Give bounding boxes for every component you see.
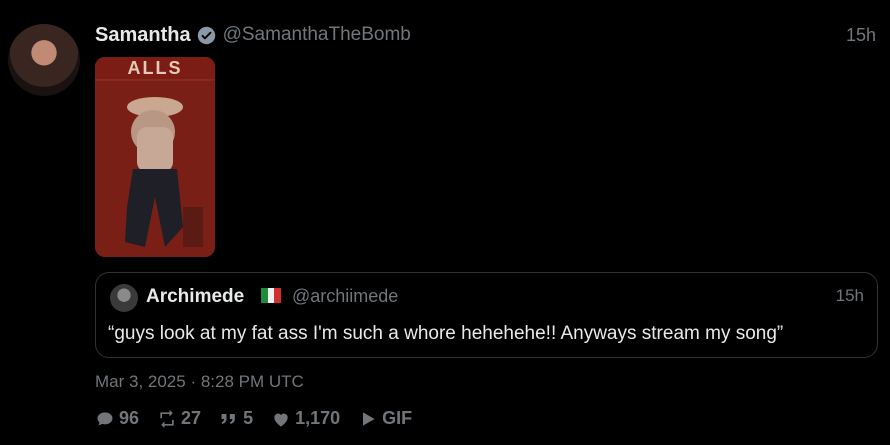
quoted-author-name[interactable]: Archimede	[146, 286, 244, 308]
quote-icon	[221, 413, 235, 424]
quoted-author-avatar[interactable]	[110, 284, 138, 312]
quoted-tweet-text: “guys look at my fat ass I'm such a whor…	[108, 323, 784, 344]
retweet-icon	[160, 409, 174, 428]
reply-button[interactable]: 96	[95, 408, 139, 429]
like-button[interactable]: 1,170	[271, 408, 340, 429]
author-avatar[interactable]	[8, 24, 80, 96]
quoted-author-handle[interactable]: @archiimede	[292, 286, 398, 307]
author-name[interactable]: Samantha	[95, 24, 191, 47]
italy-flag-icon	[261, 288, 282, 303]
retweet-count: 27	[181, 408, 202, 428]
like-count: 1,170	[295, 408, 341, 428]
quote-button[interactable]: 5	[219, 408, 253, 429]
tweet-actions-bar: 96 27 5 1,170 GIF	[95, 408, 430, 429]
retweet-button[interactable]: 27	[157, 408, 201, 429]
heart-icon	[274, 413, 288, 426]
media-banner-text: ALLS	[95, 57, 215, 79]
tweet-media-gif[interactable]: ALLS	[95, 57, 215, 257]
tweet-date[interactable]: Mar 3, 2025 · 8:28 PM UTC	[95, 372, 304, 392]
gif-label: GIF	[382, 408, 413, 428]
gif-play-button[interactable]: GIF	[358, 408, 412, 429]
reply-count: 96	[119, 408, 140, 428]
quoted-tweet-time[interactable]: 15h	[836, 286, 864, 306]
comment-icon	[97, 411, 113, 426]
tweet-header: Samantha @SamanthaTheBomb 15h	[95, 22, 876, 48]
quoted-tweet-card[interactable]: Archimede @archiimede 15h “guys look at …	[95, 272, 878, 358]
quote-count: 5	[243, 408, 254, 428]
play-icon	[363, 411, 375, 426]
verified-badge-icon	[197, 26, 215, 44]
tweet-time[interactable]: 15h	[846, 25, 876, 46]
media-figure-image	[95, 57, 215, 257]
author-handle[interactable]: @SamanthaTheBomb	[223, 24, 411, 46]
